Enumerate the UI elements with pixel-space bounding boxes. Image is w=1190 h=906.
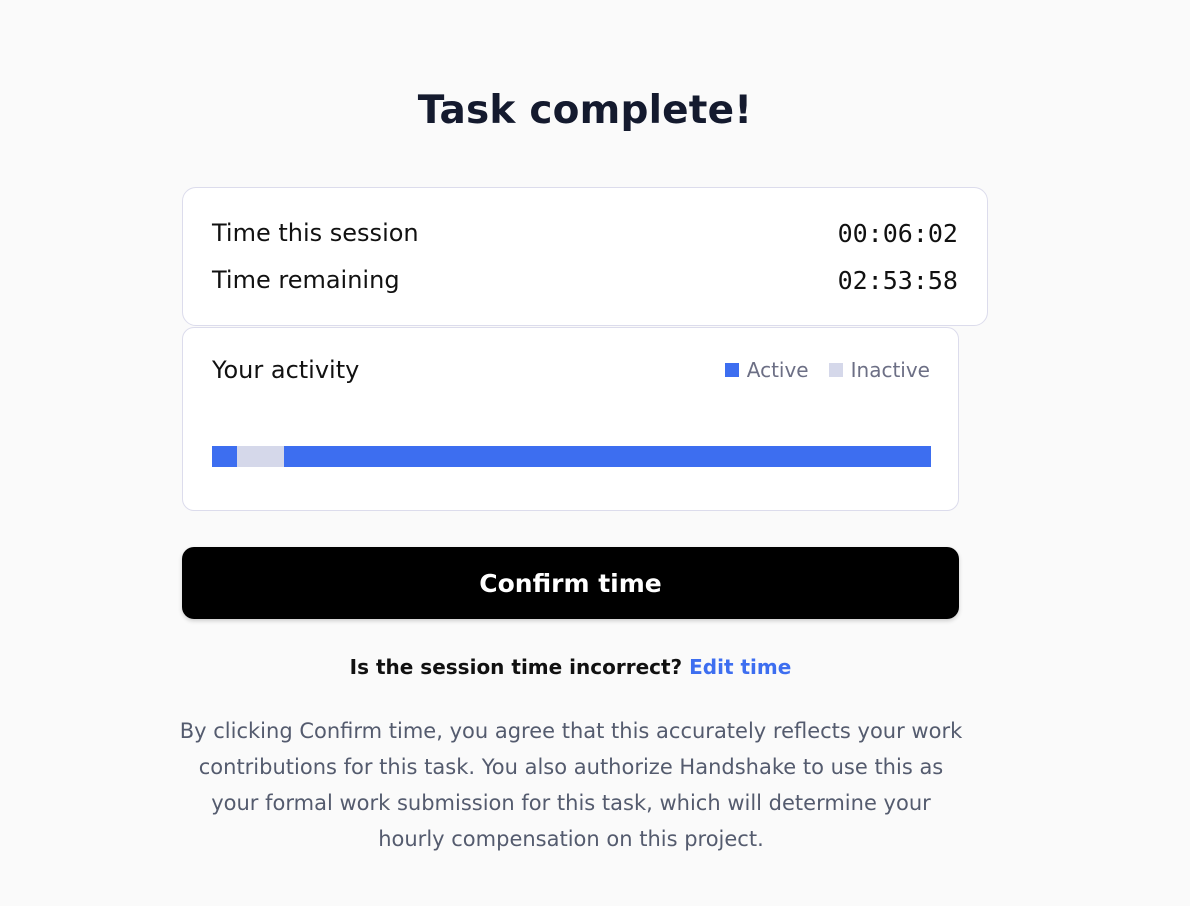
remaining-time-label: Time remaining bbox=[212, 266, 400, 294]
legend-inactive: Inactive bbox=[828, 358, 930, 382]
task-complete-page: Task complete! Time this session 00:06:0… bbox=[0, 0, 1190, 906]
legend-active: Active bbox=[724, 358, 809, 382]
disclaimer-text: By clicking Confirm time, you agree that… bbox=[179, 719, 963, 851]
incorrect-question-text: Is the session time incorrect? bbox=[349, 655, 690, 679]
legend-inactive-label: Inactive bbox=[850, 358, 930, 382]
inactive-swatch-icon bbox=[828, 363, 843, 377]
page-title: Task complete! bbox=[417, 88, 753, 133]
activity-card: Your activity Active Inactive bbox=[182, 327, 959, 511]
edit-time-prompt: Is the session time incorrect? Edit time bbox=[182, 655, 959, 679]
session-time-value: 00:06:02 bbox=[837, 218, 958, 248]
activity-timeline-bar bbox=[212, 446, 931, 467]
session-time-row: Time this session 00:06:02 bbox=[212, 217, 958, 249]
remaining-time-value: 02:53:58 bbox=[837, 265, 958, 295]
time-summary-card: Time this session 00:06:02 Time remainin… bbox=[182, 187, 988, 326]
edit-time-link[interactable]: Edit time bbox=[689, 655, 791, 679]
activity-title: Your activity bbox=[212, 356, 360, 384]
legend-active-label: Active bbox=[746, 358, 809, 382]
confirm-time-button[interactable]: Confirm time bbox=[182, 547, 959, 619]
active-swatch-icon bbox=[724, 363, 739, 377]
remaining-time-row: Time remaining 02:53:58 bbox=[212, 264, 958, 296]
session-time-label: Time this session bbox=[212, 219, 419, 247]
activity-segment-active bbox=[283, 446, 931, 467]
activity-segment-inactive bbox=[237, 446, 284, 467]
activity-legend: Active Inactive bbox=[724, 358, 930, 382]
activity-segment-active bbox=[212, 446, 238, 467]
